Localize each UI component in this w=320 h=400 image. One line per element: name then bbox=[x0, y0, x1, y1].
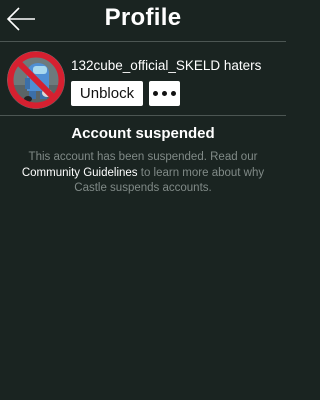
more-options-button[interactable] bbox=[149, 81, 180, 106]
profile-username: 132cube_official_SKELD haters bbox=[71, 58, 262, 73]
community-guidelines-link[interactable]: Community Guidelines bbox=[22, 167, 138, 179]
profile-divider bbox=[0, 115, 286, 116]
ellipsis-icon bbox=[171, 91, 176, 96]
suspended-title: Account suspended bbox=[71, 125, 215, 142]
no-symbol-avatar bbox=[7, 51, 65, 109]
avatar[interactable] bbox=[7, 51, 65, 109]
ellipsis-icon bbox=[162, 91, 167, 96]
page-title: Profile bbox=[104, 4, 182, 31]
unblock-button[interactable]: Unblock bbox=[71, 81, 143, 106]
ellipsis-icon bbox=[153, 91, 158, 96]
header: Profile bbox=[0, 0, 286, 40]
header-divider bbox=[0, 41, 286, 42]
message-text: This account has been suspended. Read ou… bbox=[28, 151, 258, 163]
suspended-message: This account has been suspended. Read ou… bbox=[8, 150, 278, 197]
